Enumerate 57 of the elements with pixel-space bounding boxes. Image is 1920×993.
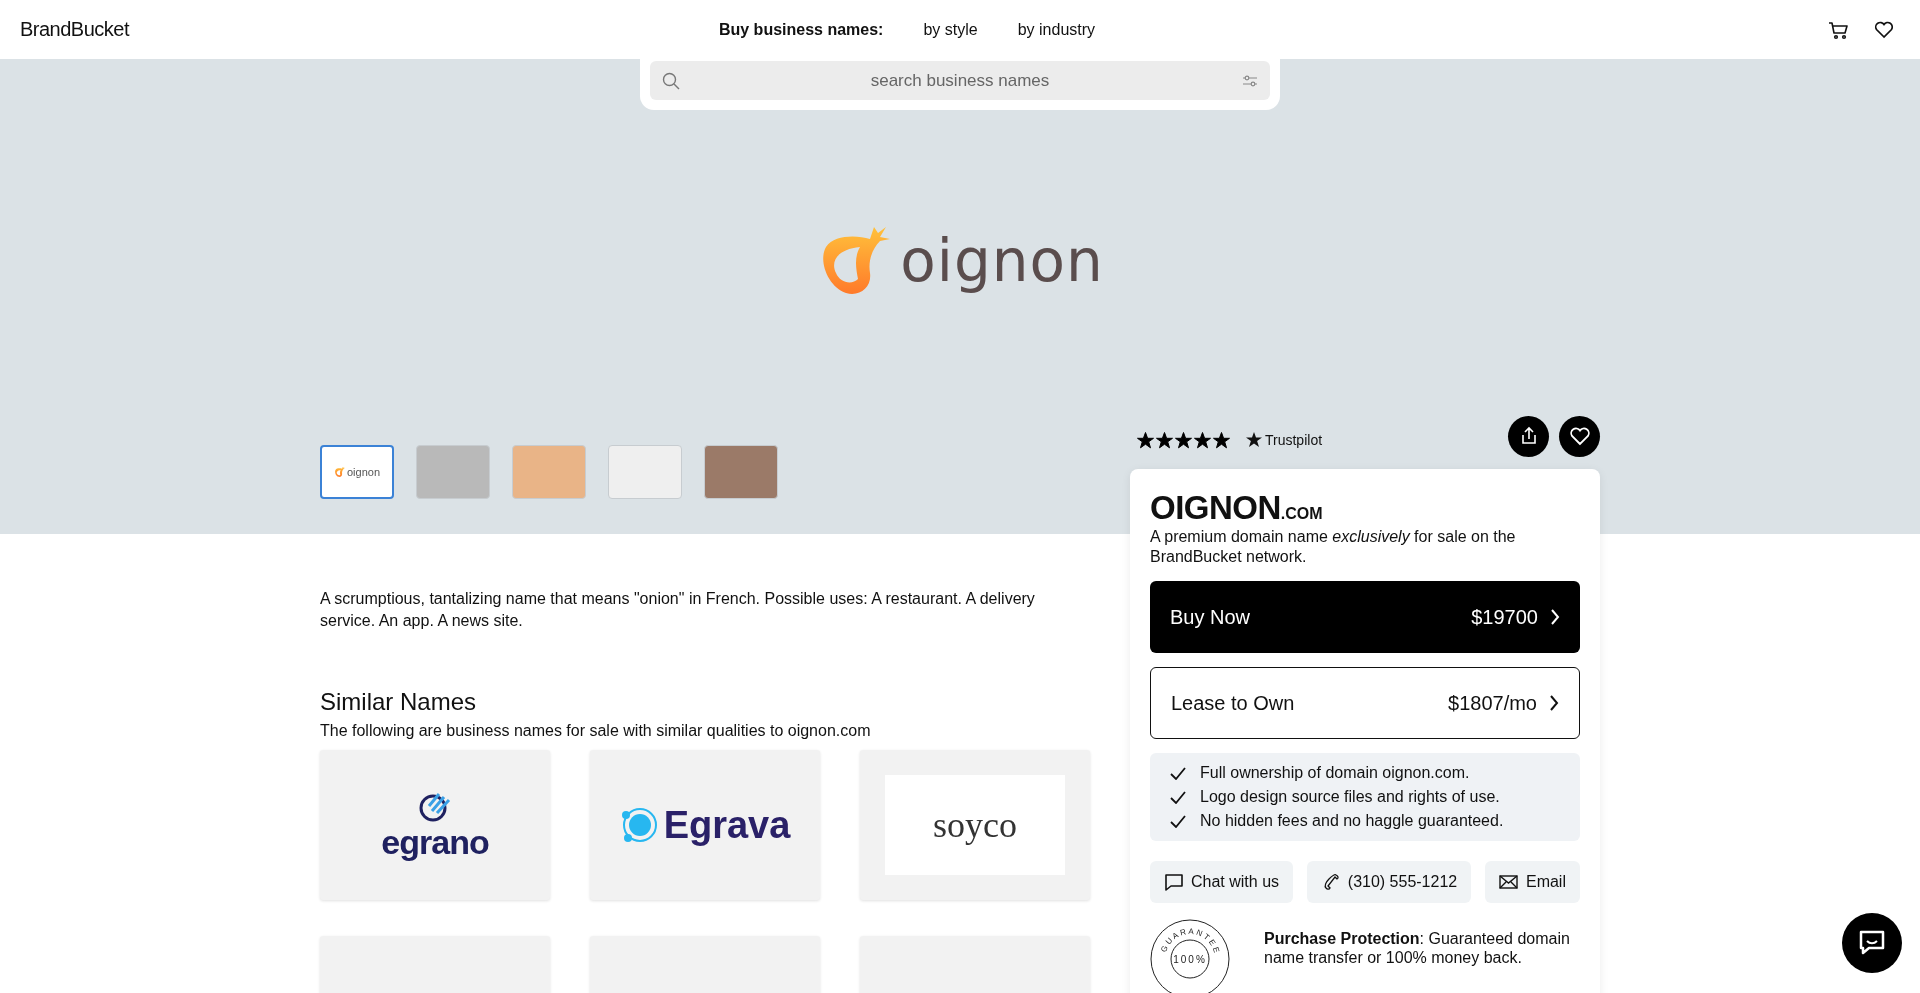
phone-button[interactable]: (310) 555-1212 [1306,861,1472,903]
cart-icon[interactable] [1828,19,1848,40]
section-heading: Similar Names [320,688,478,716]
domain-extension: .COM [1280,505,1323,523]
onion-logo-icon [333,466,346,478]
orbit-logo-icon [619,805,660,845]
feature-text: No hidden fees and no haggle guaranteed. [1200,811,1504,831]
star-icon [1213,431,1230,449]
logo-thumbnail[interactable]: oignon [320,445,394,499]
email-button[interactable]: Email [1484,861,1580,903]
check-icon [1170,766,1186,780]
card-logo-text: Egrava [663,803,791,847]
heart-icon[interactable] [1874,19,1894,40]
chat-launcher-button[interactable] [1842,913,1902,973]
hero-logo-text: oignon [900,226,1104,295]
share-button[interactable] [1508,415,1549,457]
check-icon [1170,790,1186,804]
star-icon [1246,432,1262,448]
brand-logo[interactable]: BrandBucket [20,18,620,41]
thumb-logo-text: oignon [346,466,380,478]
tagline-text: A premium domain name exclusively for sale on the BrandBucket network. [1150,527,1517,567]
photo-thumbnail[interactable] [416,445,490,499]
speech-bubble-icon [1164,873,1183,891]
name-card[interactable]: Egrava [590,750,820,900]
photo-thumbnail[interactable] [704,445,778,499]
buy-now-button[interactable]: Buy Now $19700 [1150,581,1580,653]
star-icon [1175,431,1192,449]
star-icon [1137,431,1154,449]
photo-thumbnail[interactable] [608,445,682,499]
check-icon [1170,814,1186,828]
name-card[interactable]: soyco [860,750,1090,900]
description-text: A scrumptious, tantalizing name that means "onion" in French. Possible uses: A restaurant. A delivery service. An app. A news site. [320,589,1036,631]
star-icon [1156,431,1173,449]
search-field[interactable]: search business names [650,61,1270,100]
chat-button[interactable]: Chat with us [1150,861,1294,903]
trustpilot-label: Trustpilot [1265,432,1323,448]
search-icon [662,72,680,90]
name-card[interactable]: egrano [320,750,550,900]
heart-icon [1568,426,1591,446]
feature-text: Logo design source files and rights of use. [1200,787,1500,807]
section-subtitle: The following are business names for sale with similar qualities to oignon.com [320,722,872,740]
lease-button[interactable]: Lease to Own $1807/mo [1150,667,1580,739]
domain-name: OIGNON [1150,489,1281,527]
envelope-icon [1498,873,1518,891]
nav-label: Buy business names: [718,20,884,39]
star-icon [1194,431,1211,449]
photo-thumbnail[interactable] [512,445,586,499]
card-logo-text: egrano [381,822,489,862]
protection-text: Purchase Protection: Guaranteed domain name transfer or 100% money back. [1264,929,1571,967]
favorite-button[interactable] [1559,415,1600,457]
nav-link[interactable]: by industry [1017,20,1096,39]
filter-icon[interactable] [1242,74,1258,88]
card-logo-text: soyco [933,804,1017,846]
chevron-right-icon [1550,608,1560,626]
feature-text: Full ownership of domain oignon.com. [1200,763,1470,783]
nav-link[interactable]: by style [923,20,978,39]
chevron-right-icon [1549,694,1559,712]
